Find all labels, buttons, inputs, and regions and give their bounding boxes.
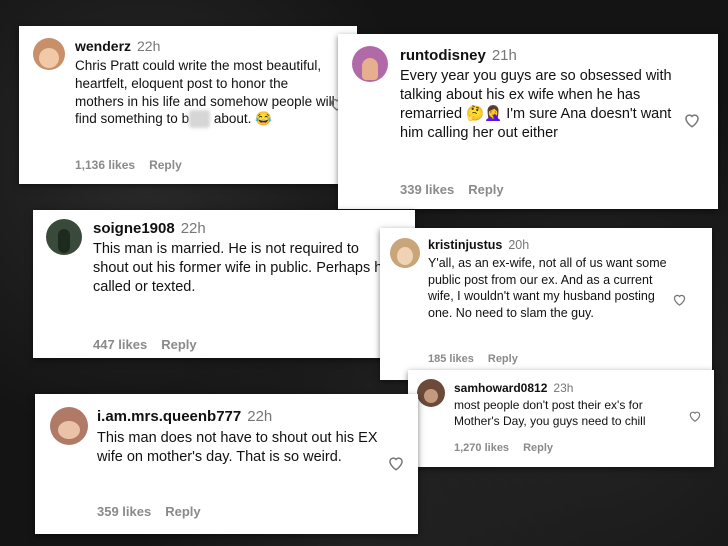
username[interactable]: runtodisney 21h: [400, 47, 517, 64]
comment-meta: 339 likes Reply: [400, 182, 504, 197]
comment-text: Chris Pratt could write the most beautif…: [75, 58, 335, 129]
heart-icon[interactable]: [672, 292, 687, 307]
avatar[interactable]: [390, 238, 420, 268]
reply-button[interactable]: Reply: [523, 442, 553, 454]
timestamp: 22h: [180, 220, 206, 237]
timestamp: 22h: [247, 408, 273, 425]
comment-card-queenb777: i.am.mrs.queenb777 22h This man does not …: [35, 394, 418, 534]
heart-icon[interactable]: [387, 454, 405, 472]
timestamp: 23h: [553, 381, 574, 395]
comment-meta: 185 likes Reply: [428, 353, 518, 365]
comment-card-kristinjustus: kristinjustus 20h Y'all, as an ex-wife, n…: [380, 228, 712, 380]
username[interactable]: i.am.mrs.queenb777 22h: [97, 408, 272, 425]
username[interactable]: wenderz 22h: [75, 38, 160, 54]
like-count[interactable]: 359 likes: [97, 504, 151, 519]
timestamp: 22h: [137, 38, 161, 54]
reply-button[interactable]: Reply: [468, 182, 503, 197]
comment-text: This man does not have to shout out his …: [97, 430, 378, 466]
comment-text: Y'all, as an ex-wife, not all of us want…: [428, 256, 667, 320]
comment-card-wenderz: wenderz 22h Chris Pratt could write the m…: [19, 26, 357, 184]
like-count[interactable]: 1,136 likes: [75, 158, 135, 172]
username[interactable]: soigne1908 22h: [93, 220, 206, 237]
avatar[interactable]: [417, 379, 445, 407]
username[interactable]: kristinjustus 20h: [428, 238, 529, 252]
comment-card-soigne1908: soigne1908 22h This man is married. He is…: [33, 210, 415, 358]
comment-card-samhoward0812: samhoward0812 23h most people don't post …: [408, 370, 714, 467]
avatar[interactable]: [33, 38, 65, 70]
comment-meta: 1,136 likes Reply: [75, 158, 182, 172]
avatar[interactable]: [50, 407, 88, 445]
comment-text: This man is married. He is not required …: [93, 241, 391, 296]
like-count[interactable]: 185 likes: [428, 353, 474, 365]
censored-word: itch: [189, 110, 211, 129]
heart-icon[interactable]: [683, 111, 701, 129]
comment-meta: 1,270 likes Reply: [454, 442, 553, 454]
timestamp: 20h: [508, 238, 530, 252]
timestamp: 21h: [491, 47, 517, 64]
username[interactable]: samhoward0812 23h: [454, 381, 573, 395]
comment-text: most people don't post their ex's for Mo…: [454, 398, 646, 428]
reply-button[interactable]: Reply: [161, 337, 196, 352]
reply-button[interactable]: Reply: [149, 158, 182, 172]
heart-icon[interactable]: [688, 409, 702, 423]
avatar[interactable]: [352, 46, 388, 82]
avatar[interactable]: [46, 219, 82, 255]
reply-button[interactable]: Reply: [165, 504, 200, 519]
like-count[interactable]: 1,270 likes: [454, 442, 509, 454]
like-count[interactable]: 339 likes: [400, 182, 454, 197]
reply-button[interactable]: Reply: [488, 353, 518, 365]
comment-text: Every year you guys are so obsessed with…: [400, 68, 672, 142]
comment-meta: 359 likes Reply: [97, 504, 201, 519]
like-count[interactable]: 447 likes: [93, 337, 147, 352]
comment-meta: 447 likes Reply: [93, 337, 197, 352]
comment-card-runtodisney: runtodisney 21h Every year you guys are s…: [338, 34, 718, 209]
